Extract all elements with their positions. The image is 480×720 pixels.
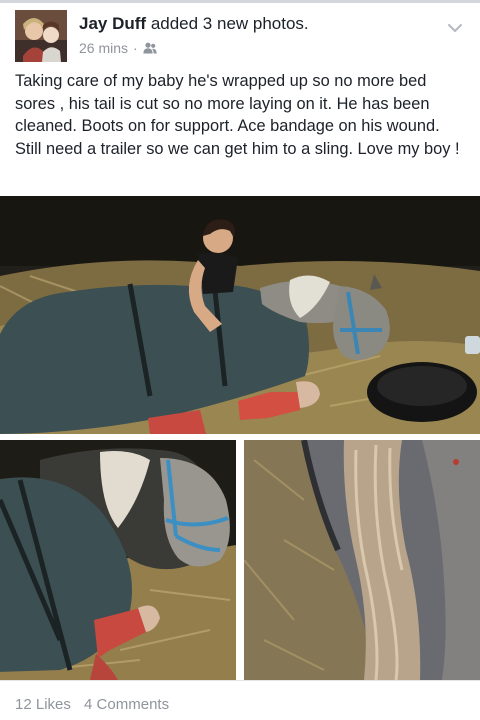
post-action-text: added 3 new photos. [150,14,309,33]
comments-count-link[interactable]: 4 Comments [84,696,169,713]
post-meta: 26 mins · [79,40,157,56]
photo-horse-tail [244,440,480,680]
post-header: Jay Duff added 3 new photos. 26 mins · [0,3,480,63]
photo-grid [0,196,480,680]
author-line: Jay Duff added 3 new photos. [79,14,309,34]
feed-post: Jay Duff added 3 new photos. 26 mins · T… [0,0,480,720]
post-body-text: Taking care of my baby he's wrapped up s… [15,72,460,158]
photo-bottom-right[interactable] [244,440,480,680]
photo-main[interactable] [0,196,480,434]
timestamp-link[interactable]: 26 mins [79,40,128,56]
avatar-image [15,10,67,62]
meta-separator: · [133,40,138,56]
photo-bottom-left[interactable] [0,440,236,680]
friends-icon[interactable] [143,42,157,54]
chevron-down-icon[interactable] [444,17,466,39]
avatar[interactable] [15,10,67,62]
divider [0,680,480,681]
photo-woman-with-horse [0,196,480,434]
photo-horse-head-blanket [0,440,236,680]
likes-count-link[interactable]: 12 Likes [15,696,71,713]
author-name-link[interactable]: Jay Duff [79,14,146,33]
post-footer: 12 Likes 4 Comments [15,696,178,713]
